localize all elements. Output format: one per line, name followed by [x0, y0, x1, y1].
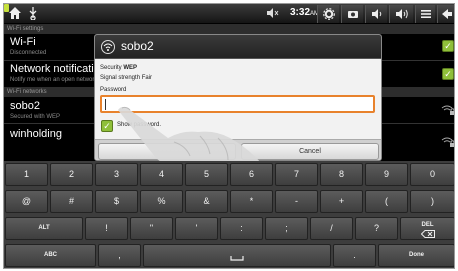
network-notification-title: Network notification	[10, 63, 106, 75]
on-screen-keyboard: 1 2 3 4 5 6 7 8 9 0 @ # $ % & * - + ( ) …	[4, 161, 454, 268]
key-7[interactable]: 7	[275, 163, 318, 186]
signal-label: Signal strength	[100, 75, 141, 81]
wifi-lock-icon	[441, 104, 454, 116]
menu-icon	[420, 10, 431, 18]
key-single-quote[interactable]: '	[175, 217, 218, 240]
key-question[interactable]: ?	[355, 217, 398, 240]
dialog-title: sobo2	[121, 39, 154, 53]
key-percent[interactable]: %	[140, 190, 183, 213]
status-bar: 3:32AM	[4, 4, 454, 24]
key-space[interactable]	[143, 244, 331, 267]
key-slash[interactable]: /	[310, 217, 353, 240]
key-abc[interactable]: ABC	[5, 244, 96, 267]
settings-icon	[322, 8, 335, 20]
menu-button[interactable]	[415, 5, 435, 23]
section-header-wifi-settings: Wi-Fi settings	[4, 24, 454, 34]
network-name: winholding	[10, 128, 62, 140]
key-4[interactable]: 4	[140, 163, 183, 186]
wifi-title: Wi-Fi	[10, 36, 36, 48]
usb-icon	[26, 6, 40, 22]
camera-button[interactable]	[341, 5, 363, 23]
home-icon[interactable]	[8, 6, 22, 22]
key-1[interactable]: 1	[5, 163, 48, 186]
mute-icon	[265, 6, 279, 22]
key-plus[interactable]: +	[320, 190, 363, 213]
volume-down-button[interactable]	[365, 5, 387, 23]
wifi-status: Disconnected	[10, 50, 47, 56]
key-exclamation[interactable]: !	[85, 217, 128, 240]
network-security: Secured with WEP	[10, 114, 61, 120]
key-9[interactable]: 9	[365, 163, 408, 186]
security-value: WEP	[123, 65, 138, 71]
key-comma[interactable]: ,	[98, 244, 141, 267]
signal-value: Fair	[141, 75, 153, 81]
key-minus[interactable]: -	[275, 190, 318, 213]
key-ampersand[interactable]: &	[185, 190, 228, 213]
key-done[interactable]: Done	[378, 244, 454, 267]
text-caret	[105, 99, 106, 110]
key-6[interactable]: 6	[230, 163, 273, 186]
key-semicolon[interactable]: ;	[265, 217, 308, 240]
key-hash[interactable]: #	[50, 190, 93, 213]
network-name: sobo2	[10, 100, 40, 112]
show-password-checkbox[interactable]: ✓	[101, 120, 113, 132]
password-field[interactable]	[100, 95, 375, 113]
key-at[interactable]: @	[5, 190, 48, 213]
wifi-lock-icon	[441, 136, 454, 148]
device-screen: 3:32AM Wi-Fi settings Wi-Fi Disconnected…	[3, 3, 455, 269]
clock-time: 3:32	[290, 7, 311, 18]
key-close-paren[interactable]: )	[410, 190, 454, 213]
key-alt[interactable]: ALT	[5, 217, 83, 240]
dialog-button-bar: Cancel	[95, 139, 381, 160]
key-delete[interactable]: DEL	[400, 217, 454, 240]
key-colon[interactable]: :	[220, 217, 263, 240]
back-button[interactable]	[437, 5, 454, 23]
camera-icon	[347, 11, 358, 18]
wifi-icon	[101, 40, 115, 54]
dialog-titlebar: sobo2	[95, 35, 381, 59]
backspace-icon	[420, 230, 435, 238]
key-5[interactable]: 5	[185, 163, 228, 186]
key-asterisk[interactable]: *	[230, 190, 273, 213]
wifi-checkbox[interactable]: ✓	[442, 40, 454, 52]
volume-up-button[interactable]	[389, 5, 413, 23]
signal-line: Signal strength Fair	[100, 75, 152, 81]
key-double-quote[interactable]: "	[130, 217, 173, 240]
security-label: Security	[100, 65, 122, 71]
settings-button[interactable]	[317, 5, 339, 23]
password-label: Password	[100, 87, 127, 93]
security-line: Security WEP	[100, 65, 137, 71]
show-password-label: Show password.	[117, 122, 162, 128]
network-notification-checkbox[interactable]: ✓	[442, 68, 454, 80]
wifi-connect-dialog: sobo2 Security WEP Signal strength Fair …	[94, 34, 382, 161]
volume-up-icon	[395, 9, 408, 19]
key-dollar[interactable]: $	[95, 190, 138, 213]
key-delete-label: DEL	[421, 222, 434, 228]
key-8[interactable]: 8	[320, 163, 363, 186]
key-open-paren[interactable]: (	[365, 190, 408, 213]
key-3[interactable]: 3	[95, 163, 138, 186]
key-2[interactable]: 2	[50, 163, 93, 186]
connect-button[interactable]	[98, 143, 236, 160]
clock: 3:32AM	[290, 7, 319, 18]
cancel-button[interactable]: Cancel	[241, 143, 379, 160]
space-icon	[230, 256, 244, 261]
key-0[interactable]: 0	[410, 163, 454, 186]
volume-down-icon	[371, 9, 381, 19]
key-period[interactable]: .	[333, 244, 376, 267]
back-icon	[442, 9, 452, 19]
